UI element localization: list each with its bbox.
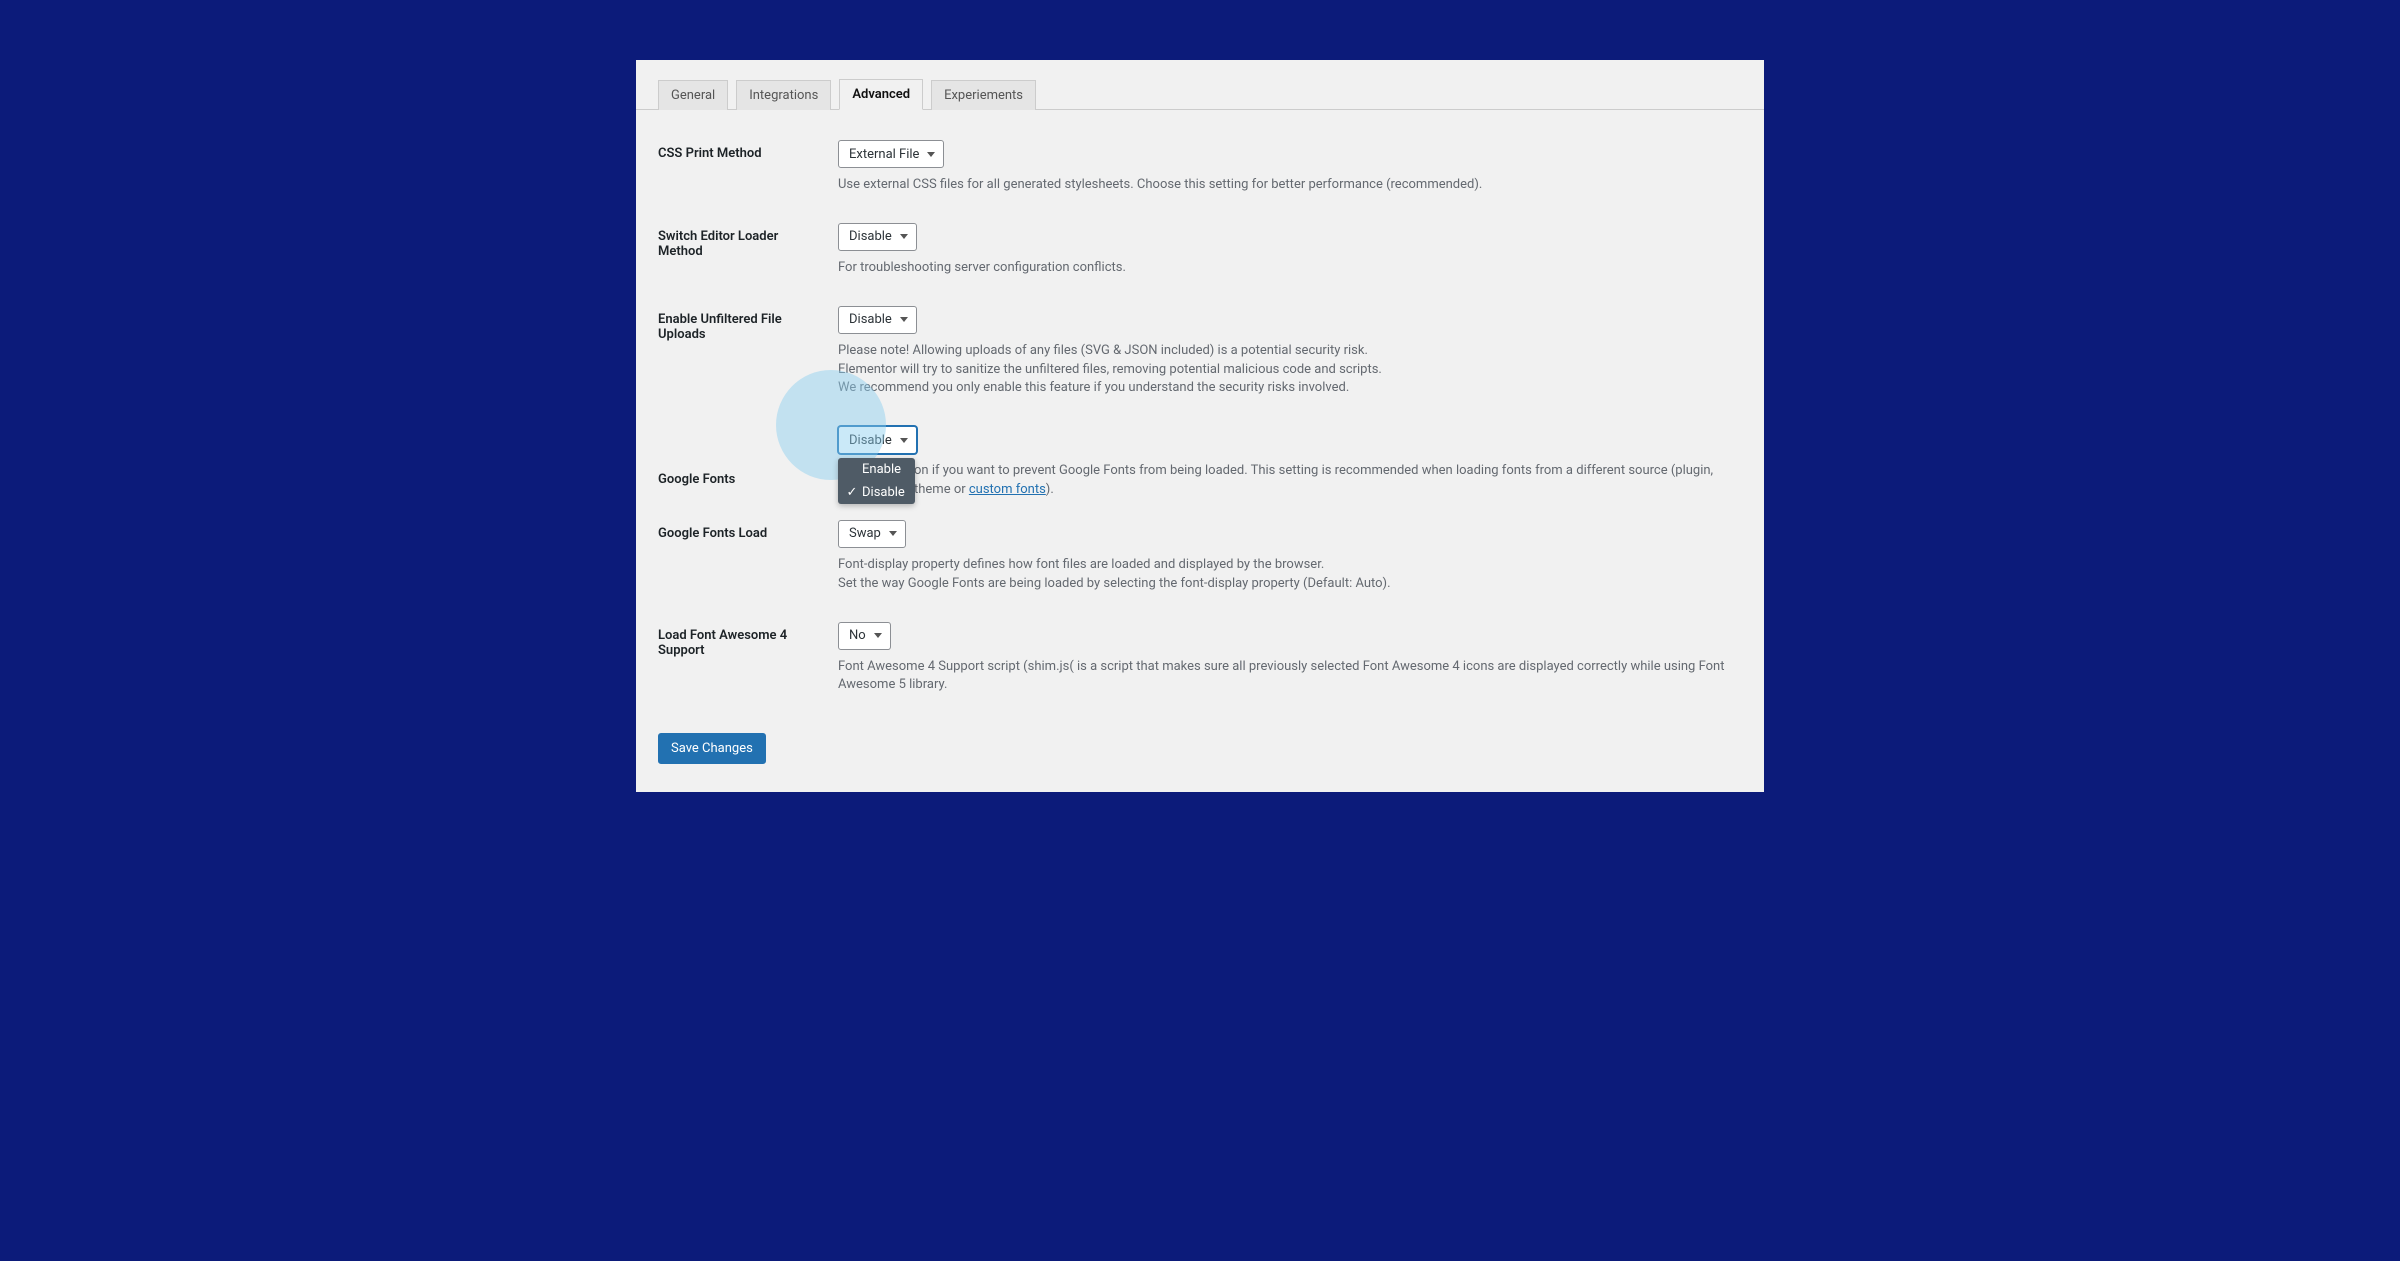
option-enable-label: Enable [862,462,901,477]
field-css-print: External File Use external CSS files for… [838,140,1742,195]
chevron-down-icon [900,234,908,239]
option-enable[interactable]: Enable [838,458,915,481]
field-unfiltered-uploads: Disable Please note! Allowing uploads of… [838,306,1742,399]
help-google-fonts-load: Font-display property defines how font f… [838,556,1742,594]
help-google-fonts-post: ). [1046,482,1054,497]
settings-panel: General Integrations Advanced Experiemen… [636,60,1764,792]
label-google-fonts: Google Fonts [658,426,838,487]
help-unfiltered-line1: Please note! Allowing uploads of any fil… [838,343,1368,358]
row-switch-editor: Switch Editor Loader Method Disable For … [658,223,1742,278]
label-switch-editor: Switch Editor Loader Method [658,223,838,259]
label-fa4: Load Font Awesome 4 Support [658,622,838,658]
row-google-fonts: Google Fonts Disable Enable ✓ [658,426,1742,500]
select-google-fonts[interactable]: Disable [838,426,917,454]
help-gfl-line1: Font-display property defines how font f… [838,557,1324,572]
label-google-fonts-load: Google Fonts Load [658,520,838,541]
chevron-down-icon [927,152,935,157]
tab-general[interactable]: General [658,80,728,110]
option-disable[interactable]: ✓ Disable [838,481,915,504]
field-google-fonts-load: Swap Font-display property defines how f… [838,520,1742,594]
field-switch-editor: Disable For troubleshooting server confi… [838,223,1742,278]
chevron-down-icon [900,438,908,443]
save-button[interactable]: Save Changes [658,733,766,764]
help-unfiltered-uploads: Please note! Allowing uploads of any fil… [838,342,1742,399]
select-css-print[interactable]: External File [838,140,944,168]
select-switch-editor-value: Disable [849,229,892,244]
label-css-print: CSS Print Method [658,140,838,161]
tabs-bar: General Integrations Advanced Experiemen… [636,60,1764,110]
tab-advanced[interactable]: Advanced [839,79,923,110]
label-unfiltered-uploads: Enable Unfiltered File Uploads [658,306,838,342]
row-google-fonts-load: Google Fonts Load Swap Font-display prop… [658,520,1742,594]
select-google-fonts-value: Disable [849,433,892,448]
select-unfiltered-uploads-value: Disable [849,312,892,327]
select-css-print-value: External File [849,147,919,162]
select-switch-editor[interactable]: Disable [838,223,917,251]
help-unfiltered-line2: Elementor will try to sanitize the unfil… [838,362,1382,377]
chevron-down-icon [900,317,908,322]
select-fa4[interactable]: No [838,622,891,650]
select-google-fonts-load[interactable]: Swap [838,520,906,548]
field-google-fonts: Disable Enable ✓ Disable [838,426,1742,500]
select-google-fonts-load-value: Swap [849,526,881,541]
select-unfiltered-uploads[interactable]: Disable [838,306,917,334]
check-icon: ✓ [846,485,858,500]
option-disable-label: Disable [862,485,905,500]
help-google-fonts: on if you want to prevent Google Fonts f… [914,462,1742,500]
row-fa4: Load Font Awesome 4 Support No Font Awes… [658,622,1742,696]
row-css-print: CSS Print Method External File Use exter… [658,140,1742,195]
field-fa4: No Font Awesome 4 Support script (shim.j… [838,622,1742,696]
help-fa4: Font Awesome 4 Support script (shim.js( … [838,658,1742,696]
dropdown-google-fonts: Enable ✓ Disable [838,458,915,504]
help-gfl-line2: Set the way Google Fonts are being loade… [838,576,1391,591]
chevron-down-icon [889,531,897,536]
tab-experiments[interactable]: Experiements [931,80,1036,110]
row-unfiltered-uploads: Enable Unfiltered File Uploads Disable P… [658,306,1742,399]
help-switch-editor: For troubleshooting server configuration… [838,259,1742,278]
select-fa4-value: No [849,628,866,643]
link-custom-fonts[interactable]: custom fonts [969,482,1046,497]
tab-integrations[interactable]: Integrations [736,80,831,110]
help-unfiltered-line3: We recommend you only enable this featur… [838,380,1349,395]
help-css-print: Use external CSS files for all generated… [838,176,1742,195]
chevron-down-icon [874,633,882,638]
settings-content: CSS Print Method External File Use exter… [636,110,1764,792]
